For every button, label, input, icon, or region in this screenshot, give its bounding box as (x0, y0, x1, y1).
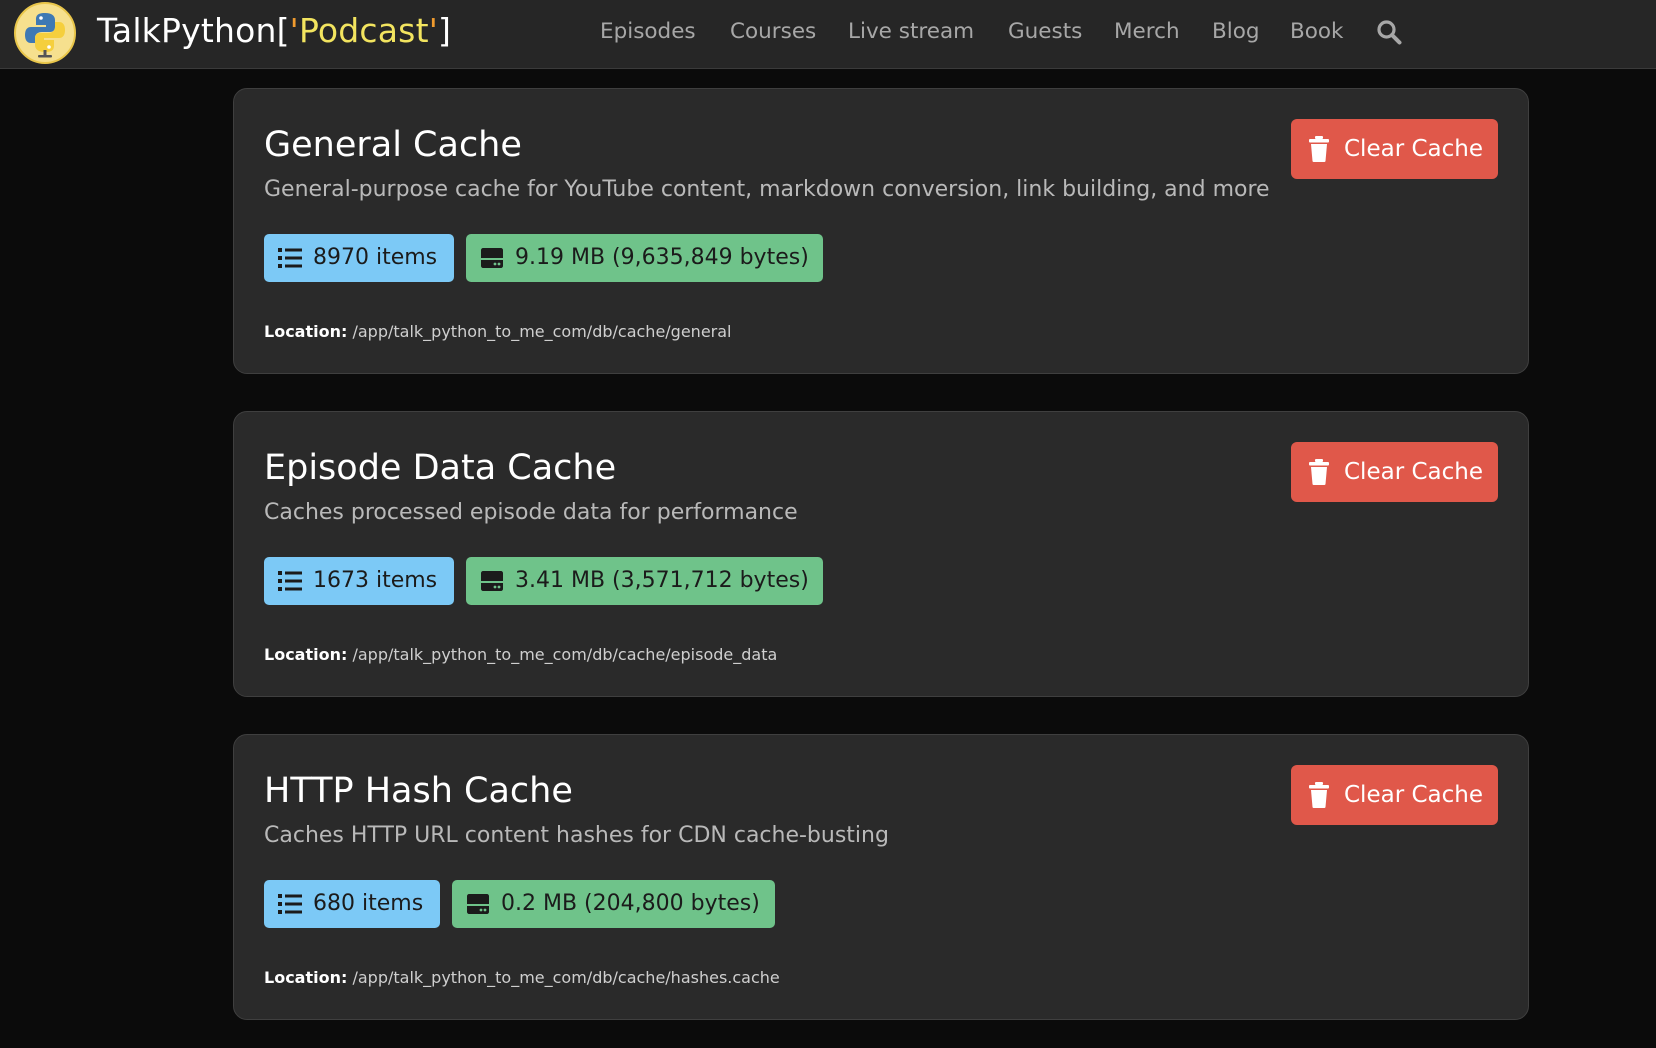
top-navbar: TalkPython['Podcast'] Episodes Courses L… (0, 0, 1656, 69)
clear-cache-button[interactable]: Clear Cache (1291, 442, 1498, 502)
items-count: 1673 items (313, 568, 438, 593)
cache-description: Caches processed episode data for perfor… (264, 500, 798, 525)
size-badge: 0.2 MB (204,800 bytes) (452, 880, 775, 928)
cache-card-http-hash: HTTP Hash Cache Caches HTTP URL content … (233, 734, 1529, 1020)
location-path: /app/talk_python_to_me_com/db/cache/epis… (352, 645, 778, 664)
nav-merch[interactable]: Merch (1114, 18, 1180, 46)
cache-description: Caches HTTP URL content hashes for CDN c… (264, 823, 889, 848)
trash-icon (1309, 782, 1329, 808)
nav-episodes[interactable]: Episodes (600, 18, 696, 46)
brand-close-quote: ' (428, 11, 438, 50)
nav-blog[interactable]: Blog (1212, 18, 1260, 46)
hard-drive-icon (481, 571, 503, 591)
search-icon[interactable] (1376, 19, 1402, 45)
size-value: 3.41 MB (3,571,712 bytes) (515, 568, 809, 593)
list-icon (278, 894, 302, 914)
hard-drive-icon (481, 248, 503, 268)
items-count: 680 items (313, 891, 424, 916)
location-label: Location: (264, 968, 348, 987)
trash-icon (1309, 136, 1329, 162)
cache-title: General Cache (264, 125, 522, 165)
nav-live-stream[interactable]: Live stream (848, 18, 974, 46)
brand-word: Podcast (298, 11, 429, 50)
location-label: Location: (264, 645, 348, 664)
brand-open-quote: ' (289, 11, 299, 50)
size-value: 9.19 MB (9,635,849 bytes) (515, 245, 809, 270)
size-badge: 9.19 MB (9,635,849 bytes) (466, 234, 823, 282)
items-count-badge: 680 items (264, 880, 440, 928)
brand-suffix: ] (438, 11, 452, 50)
clear-cache-label: Clear Cache (1344, 136, 1483, 162)
trash-icon (1309, 459, 1329, 485)
cache-title: Episode Data Cache (264, 448, 617, 488)
location-path: /app/talk_python_to_me_com/db/cache/gene… (352, 322, 732, 341)
nav-guests[interactable]: Guests (1008, 18, 1082, 46)
items-count: 8970 items (313, 245, 438, 270)
brand-prefix: TalkPython[ (97, 11, 290, 50)
items-count-badge: 8970 items (264, 234, 454, 282)
cache-location: Location: /app/talk_python_to_me_com/db/… (264, 967, 780, 989)
site-brand[interactable]: TalkPython['Podcast'] (97, 9, 451, 53)
nav-book[interactable]: Book (1290, 18, 1344, 46)
list-icon (278, 248, 302, 268)
clear-cache-button[interactable]: Clear Cache (1291, 119, 1498, 179)
talkpython-logo[interactable] (14, 2, 76, 64)
items-count-badge: 1673 items (264, 557, 454, 605)
size-value: 0.2 MB (204,800 bytes) (501, 891, 760, 916)
cache-description: General-purpose cache for YouTube conten… (264, 177, 1270, 202)
cache-title: HTTP Hash Cache (264, 771, 573, 811)
cache-card-episode-data: Episode Data Cache Caches processed epis… (233, 411, 1529, 697)
cache-card-general: General Cache General-purpose cache for … (233, 88, 1529, 374)
nav-courses[interactable]: Courses (730, 18, 816, 46)
hard-drive-icon (467, 894, 489, 914)
cache-location: Location: /app/talk_python_to_me_com/db/… (264, 321, 731, 343)
size-badge: 3.41 MB (3,571,712 bytes) (466, 557, 823, 605)
clear-cache-label: Clear Cache (1344, 782, 1483, 808)
list-icon (278, 571, 302, 591)
location-label: Location: (264, 322, 348, 341)
cache-location: Location: /app/talk_python_to_me_com/db/… (264, 644, 777, 666)
clear-cache-label: Clear Cache (1344, 459, 1483, 485)
location-path: /app/talk_python_to_me_com/db/cache/hash… (352, 968, 780, 987)
clear-cache-button[interactable]: Clear Cache (1291, 765, 1498, 825)
